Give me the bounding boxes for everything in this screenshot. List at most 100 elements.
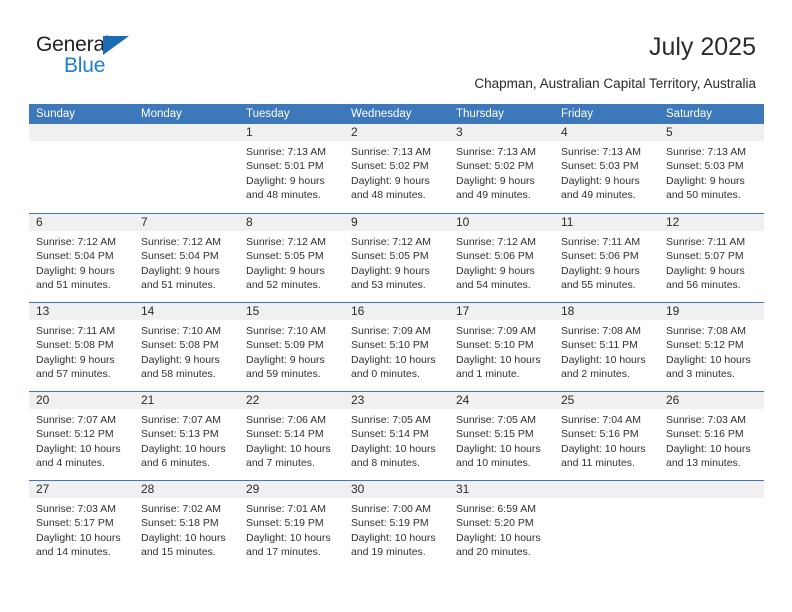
calendar-day-cell[interactable]: 13 Sunrise: 7:11 AM Sunset: 5:08 PM Dayligh… [29,303,134,391]
daylight-text: Daylight: 10 hours and 17 minutes. [246,531,331,558]
calendar-day-cell[interactable]: 24 Sunrise: 7:05 AM Sunset: 5:15 PM Dayligh… [449,392,554,480]
calendar-day-cell[interactable]: 18 Sunrise: 7:08 AM Sunset: 5:11 PM Dayligh… [554,303,659,391]
calendar-day-cell[interactable]: 16 Sunrise: 7:09 AM Sunset: 5:10 PM Dayligh… [344,303,449,391]
logo-triangle-icon [103,36,129,55]
day-sun-info: Sunrise: 7:03 AM Sunset: 5:16 PM Daylight:… [659,409,764,470]
calendar-weeks: 1 Sunrise: 7:13 AM Sunset: 5:01 PM Daylight… [29,124,764,569]
day-number-band: 7 [134,214,239,231]
day-number-band [134,124,239,141]
calendar-day-cell[interactable]: 15 Sunrise: 7:10 AM Sunset: 5:09 PM Dayligh… [239,303,344,391]
day-number-band: 30 [344,481,449,498]
day-number: 21 [141,393,155,407]
day-sun-info: Sunrise: 7:13 AM Sunset: 5:03 PM Daylight:… [554,141,659,202]
calendar-day-cell[interactable]: 12 Sunrise: 7:11 AM Sunset: 5:07 PM Dayligh… [659,214,764,302]
calendar-week-row: 6 Sunrise: 7:12 AM Sunset: 5:04 PM Daylight… [29,213,764,302]
calendar-day-cell[interactable]: 7 Sunrise: 7:12 AM Sunset: 5:04 PM Daylight… [134,214,239,302]
daylight-text: Daylight: 10 hours and 2 minutes. [561,353,646,380]
weekday-header-tuesday: Tuesday [246,108,290,120]
day-number: 24 [456,393,470,407]
day-sun-info: Sunrise: 7:12 AM Sunset: 5:04 PM Daylight:… [134,231,239,292]
day-sun-info: Sunrise: 7:05 AM Sunset: 5:15 PM Daylight:… [449,409,554,470]
daylight-text: Daylight: 9 hours and 58 minutes. [141,353,220,380]
day-number: 8 [246,215,253,229]
day-number-band: 20 [29,392,134,409]
day-number-band: 9 [344,214,449,231]
day-number-band: 11 [554,214,659,231]
day-number: 22 [246,393,260,407]
day-number-band: 8 [239,214,344,231]
day-number: 4 [561,125,568,139]
sunset-text: Sunset: 5:02 PM [456,160,534,173]
sunset-text: Sunset: 5:09 PM [246,339,324,352]
calendar-day-cell[interactable]: 22 Sunrise: 7:06 AM Sunset: 5:14 PM Dayligh… [239,392,344,480]
sunset-text: Sunset: 5:12 PM [36,428,114,441]
calendar-day-cell[interactable]: 10 Sunrise: 7:12 AM Sunset: 5:06 PM Dayligh… [449,214,554,302]
daylight-text: Daylight: 9 hours and 53 minutes. [351,264,430,291]
day-number-band: 22 [239,392,344,409]
calendar-week-row: 20 Sunrise: 7:07 AM Sunset: 5:12 PM Dayligh… [29,391,764,480]
calendar-day-cell[interactable]: 27 Sunrise: 7:03 AM Sunset: 5:17 PM Dayligh… [29,481,134,569]
daylight-text: Daylight: 9 hours and 59 minutes. [246,353,325,380]
sunset-text: Sunset: 5:17 PM [36,517,114,530]
day-number: 28 [141,482,155,496]
calendar-day-cell[interactable]: 28 Sunrise: 7:02 AM Sunset: 5:18 PM Dayligh… [134,481,239,569]
calendar-day-cell[interactable]: 11 Sunrise: 7:11 AM Sunset: 5:06 PM Dayligh… [554,214,659,302]
sunrise-text: Sunrise: 7:09 AM [456,325,536,337]
day-number-band: 2 [344,124,449,141]
calendar-day-cell[interactable]: 8 Sunrise: 7:12 AM Sunset: 5:05 PM Daylight… [239,214,344,302]
calendar-day-cell[interactable]: 6 Sunrise: 7:12 AM Sunset: 5:04 PM Daylight… [29,214,134,302]
day-sun-info: Sunrise: 7:05 AM Sunset: 5:14 PM Daylight:… [344,409,449,470]
day-number: 6 [36,215,43,229]
weekday-header-row: Sunday Monday Tuesday Wednesday Thursday Frid… [29,104,764,124]
day-sun-info: Sunrise: 7:13 AM Sunset: 5:02 PM Daylight:… [449,141,554,202]
day-sun-info: Sunrise: 7:08 AM Sunset: 5:12 PM Daylight:… [659,320,764,381]
sunset-text: Sunset: 5:08 PM [141,339,219,352]
daylight-text: Daylight: 10 hours and 8 minutes. [351,442,436,469]
daylight-text: Daylight: 9 hours and 50 minutes. [666,174,745,201]
calendar-day-cell[interactable]: 9 Sunrise: 7:12 AM Sunset: 5:05 PM Daylight… [344,214,449,302]
sunrise-text: Sunrise: 7:03 AM [36,503,116,515]
calendar-day-cell[interactable]: 30 Sunrise: 7:00 AM Sunset: 5:19 PM Dayligh… [344,481,449,569]
day-number: 23 [351,393,365,407]
sunrise-text: Sunrise: 7:13 AM [561,146,641,158]
sunrise-text: Sunrise: 7:10 AM [246,325,326,337]
day-sun-info: Sunrise: 7:03 AM Sunset: 5:17 PM Daylight:… [29,498,134,559]
weekday-header-friday: Friday [561,108,593,120]
calendar-day-cell[interactable]: 26 Sunrise: 7:03 AM Sunset: 5:16 PM Dayligh… [659,392,764,480]
calendar-day-cell[interactable]: 23 Sunrise: 7:05 AM Sunset: 5:14 PM Dayligh… [344,392,449,480]
calendar-day-cell[interactable]: 19 Sunrise: 7:08 AM Sunset: 5:12 PM Dayligh… [659,303,764,391]
generalblue-logo[interactable]: General Blue [36,33,176,83]
sunrise-text: Sunrise: 7:01 AM [246,503,326,515]
day-number: 26 [666,393,680,407]
calendar-day-cell[interactable]: 29 Sunrise: 7:01 AM Sunset: 5:19 PM Dayligh… [239,481,344,569]
sunrise-text: Sunrise: 7:06 AM [246,414,326,426]
calendar-day-cell[interactable]: 21 Sunrise: 7:07 AM Sunset: 5:13 PM Dayligh… [134,392,239,480]
calendar-day-cell[interactable]: 14 Sunrise: 7:10 AM Sunset: 5:08 PM Dayligh… [134,303,239,391]
calendar-day-cell[interactable]: 1 Sunrise: 7:13 AM Sunset: 5:01 PM Daylight… [239,124,344,213]
sunrise-text: Sunrise: 7:12 AM [351,236,431,248]
daylight-text: Daylight: 9 hours and 52 minutes. [246,264,325,291]
logo-text-blue: Blue [64,54,106,77]
calendar-day-cell[interactable]: 2 Sunrise: 7:13 AM Sunset: 5:02 PM Daylight… [344,124,449,213]
sunset-text: Sunset: 5:13 PM [141,428,219,441]
weekday-header-sunday: Sunday [36,108,76,120]
day-sun-info: Sunrise: 7:09 AM Sunset: 5:10 PM Daylight:… [449,320,554,381]
day-number-band: 14 [134,303,239,320]
calendar-day-cell[interactable]: 4 Sunrise: 7:13 AM Sunset: 5:03 PM Daylight… [554,124,659,213]
day-number: 5 [666,125,673,139]
calendar-day-cell[interactable]: 3 Sunrise: 7:13 AM Sunset: 5:02 PM Daylight… [449,124,554,213]
day-sun-info: Sunrise: 7:02 AM Sunset: 5:18 PM Daylight:… [134,498,239,559]
day-number-band: 10 [449,214,554,231]
weekday-header-wednesday: Wednesday [351,108,412,120]
calendar-day-cell[interactable]: 31 Sunrise: 6:59 AM Sunset: 5:20 PM Dayligh… [449,481,554,569]
day-number: 10 [456,215,470,229]
day-number-band: 31 [449,481,554,498]
calendar-day-cell[interactable]: 25 Sunrise: 7:04 AM Sunset: 5:16 PM Dayligh… [554,392,659,480]
day-number-band: 6 [29,214,134,231]
day-number: 16 [351,304,365,318]
calendar-day-cell[interactable]: 5 Sunrise: 7:13 AM Sunset: 5:03 PM Daylight… [659,124,764,213]
sunset-text: Sunset: 5:16 PM [561,428,639,441]
day-sun-info: Sunrise: 7:06 AM Sunset: 5:14 PM Daylight:… [239,409,344,470]
calendar-day-cell[interactable]: 20 Sunrise: 7:07 AM Sunset: 5:12 PM Dayligh… [29,392,134,480]
calendar-day-cell[interactable]: 17 Sunrise: 7:09 AM Sunset: 5:10 PM Dayligh… [449,303,554,391]
